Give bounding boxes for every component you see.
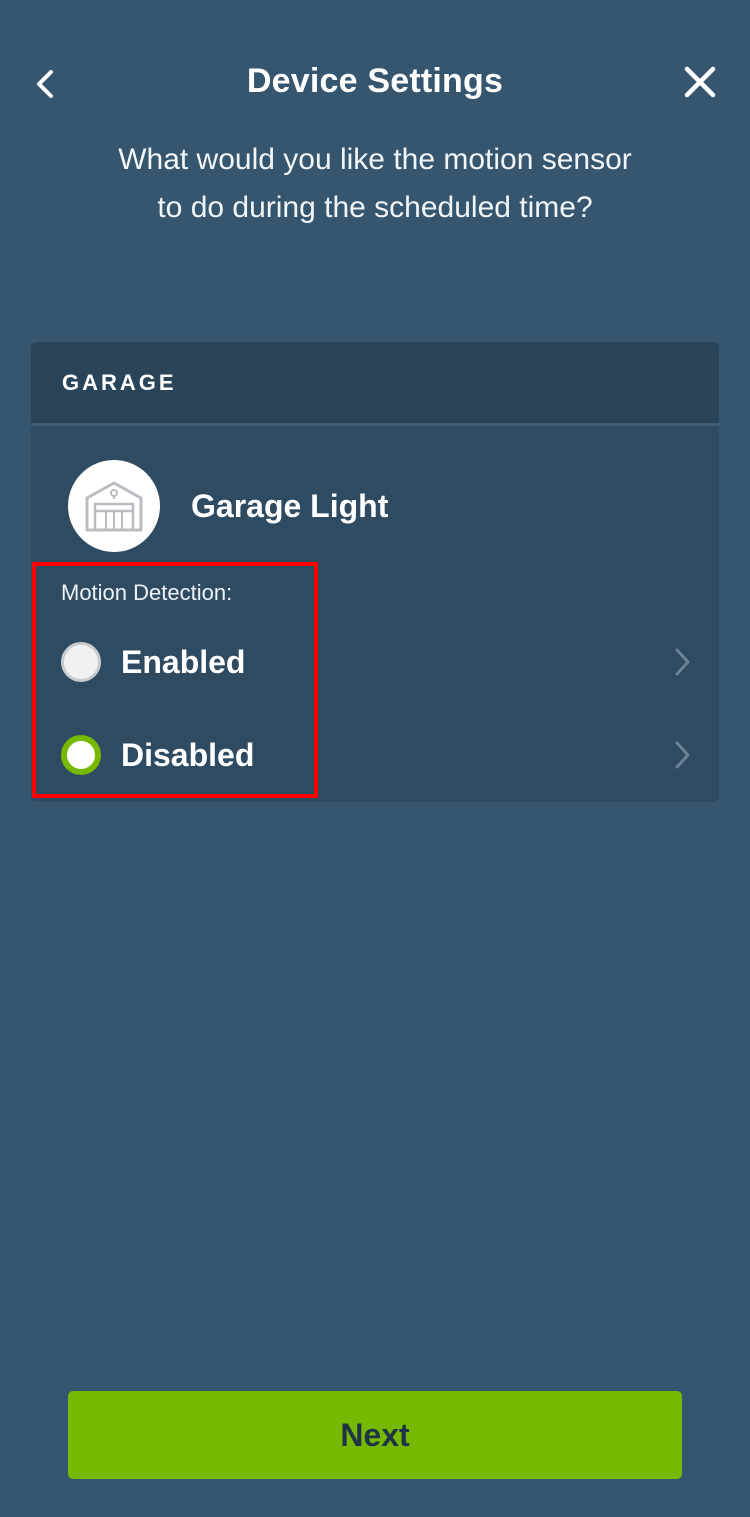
radio-enabled[interactable] <box>61 642 101 682</box>
chevron-right-icon <box>673 740 691 770</box>
page-title: Device Settings <box>246 62 504 100</box>
option-enabled-label: Enabled <box>121 643 246 680</box>
radio-disabled[interactable] <box>61 735 101 775</box>
section-header: GARAGE <box>31 342 719 426</box>
option-enabled[interactable]: Enabled <box>31 622 719 702</box>
prompt-text: What would you like the motion sensor to… <box>118 143 632 224</box>
garage-icon <box>68 460 160 552</box>
next-button[interactable]: Next <box>68 1391 682 1479</box>
device-name: Garage Light <box>191 487 389 524</box>
motion-detection-label: Motion Detection: <box>61 580 233 605</box>
section-title: GARAGE <box>62 369 177 395</box>
device-card: GARAGE Garage Light Motion Detection: En… <box>31 342 719 802</box>
option-disabled-label: Disabled <box>121 736 255 773</box>
chevron-right-icon <box>673 647 691 677</box>
device-row: Garage Light <box>68 460 388 552</box>
header: Device Settings <box>0 50 750 120</box>
close-button[interactable] <box>678 60 722 104</box>
option-disabled[interactable]: Disabled <box>31 715 719 795</box>
close-icon <box>684 66 716 98</box>
